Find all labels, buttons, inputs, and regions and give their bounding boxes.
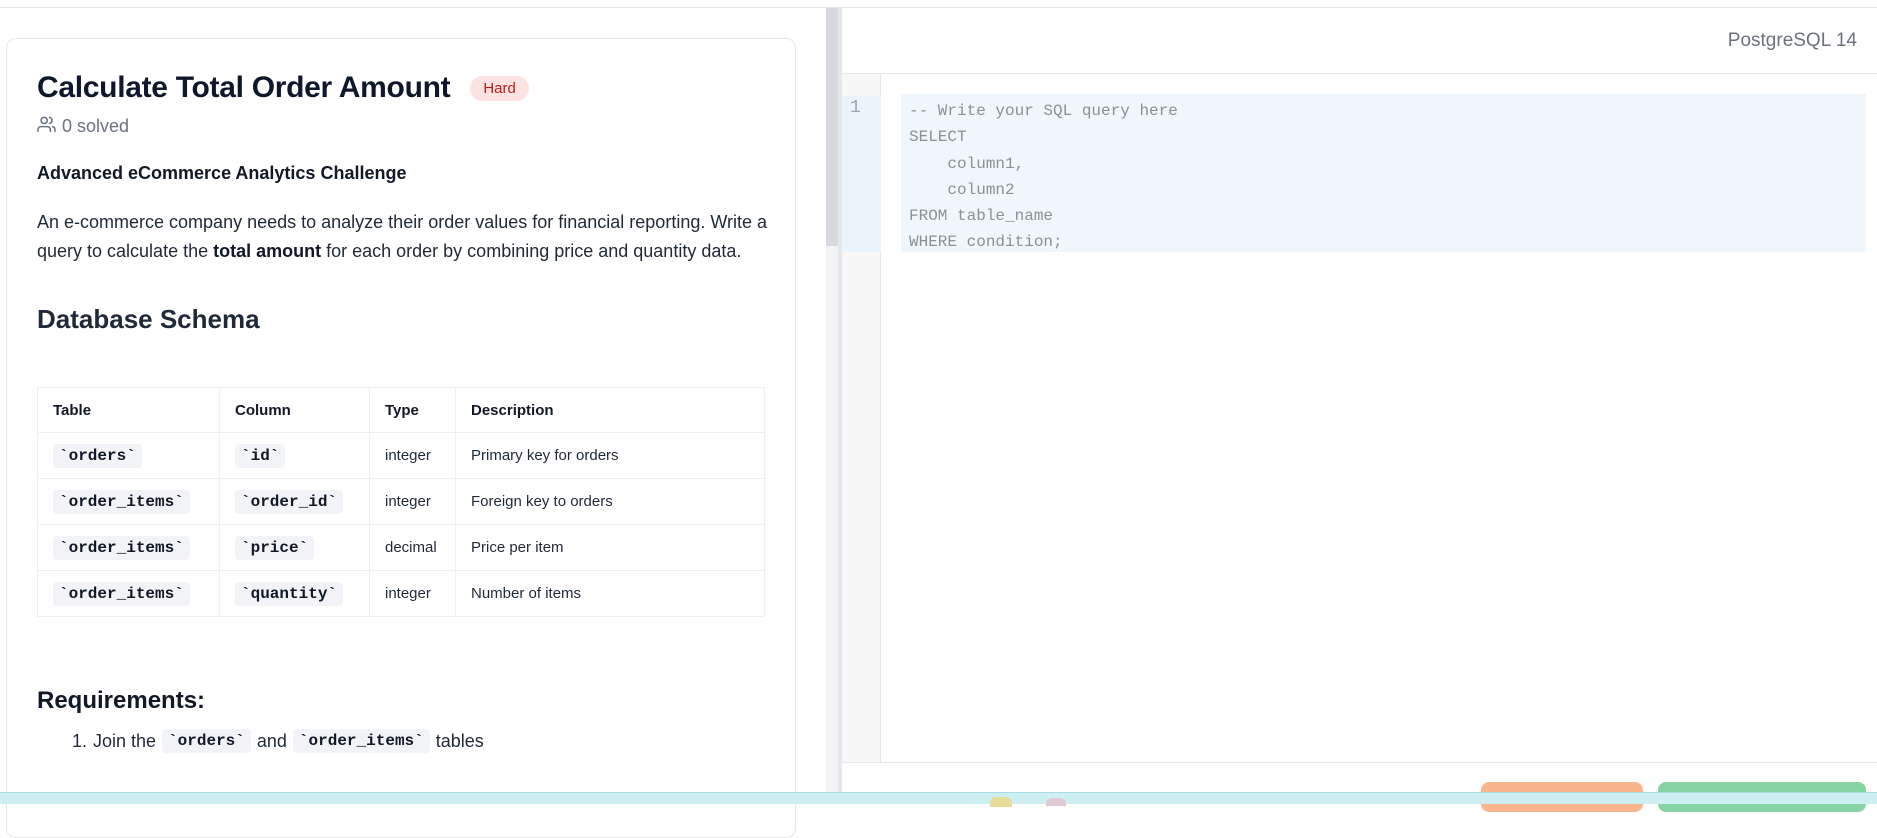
requirements-heading: Requirements: bbox=[37, 687, 206, 714]
problem-description: An e-commerce company needs to analyze t… bbox=[37, 208, 777, 266]
language-selector[interactable]: PostgreSQL 14 bbox=[1728, 30, 1857, 52]
item-text-post: tables bbox=[435, 730, 484, 751]
column-name: `order_id` bbox=[235, 489, 344, 514]
column-type: decimal bbox=[369, 524, 456, 571]
taskbar-app-icon[interactable] bbox=[1046, 798, 1066, 806]
description-bold: total amount bbox=[213, 241, 322, 261]
column-description: Primary key for orders bbox=[455, 432, 765, 479]
header-description: Description bbox=[455, 387, 765, 433]
table-row: `orders` `id` integer Primary key for or… bbox=[37, 432, 765, 479]
taskbar-app-icon[interactable] bbox=[990, 797, 1012, 807]
item-number: 1. bbox=[72, 730, 88, 751]
header-table: Table bbox=[37, 387, 220, 433]
column-name: `quantity` bbox=[235, 581, 344, 606]
table-row: `order_items` `price` decimal Price per … bbox=[37, 524, 765, 571]
line-number: 1 bbox=[850, 98, 861, 118]
difficulty-badge: Hard bbox=[470, 75, 529, 101]
column-description: Price per item bbox=[455, 524, 765, 571]
column-description: Number of items bbox=[455, 570, 765, 617]
top-bar bbox=[0, 0, 1877, 8]
line-number-active: 1 bbox=[842, 96, 881, 252]
column-type: integer bbox=[369, 478, 456, 525]
list-item: 1. Join the `orders` and `order_items` t… bbox=[72, 729, 765, 753]
taskbar bbox=[0, 792, 1877, 804]
editor-header: PostgreSQL 14 bbox=[842, 8, 1877, 74]
title-row: Calculate Total Order Amount Hard bbox=[37, 71, 765, 105]
schema-heading: Database Schema bbox=[37, 304, 260, 334]
item-text-pre: Join the bbox=[93, 730, 157, 751]
table-name: `orders` bbox=[53, 443, 142, 468]
table-row: `order_items` `order_id` integer Foreign… bbox=[37, 478, 765, 525]
column-type: integer bbox=[369, 432, 456, 479]
item-code-order-items: `order_items` bbox=[292, 729, 430, 753]
table-row: `order_items` `quantity` integer Number … bbox=[37, 570, 765, 617]
table-name: `order_items` bbox=[53, 535, 190, 560]
column-name: `price` bbox=[235, 535, 315, 560]
description-part-2: for each order by combining price and qu… bbox=[321, 241, 742, 261]
table-name: `order_items` bbox=[53, 581, 190, 606]
header-type: Type bbox=[369, 387, 456, 433]
schema-table: Table Column Type Description `orders` `… bbox=[37, 387, 765, 617]
page-title: Calculate Total Order Amount bbox=[37, 71, 451, 104]
item-code-orders: `orders` bbox=[162, 729, 251, 753]
users-icon bbox=[37, 115, 56, 137]
challenge-subtitle: Advanced eCommerce Analytics Challenge bbox=[37, 163, 407, 183]
sql-editor[interactable]: -- Write your SQL query here SELECT colu… bbox=[901, 94, 1866, 252]
item-text-mid: and bbox=[256, 730, 287, 751]
solved-count: 0 solved bbox=[37, 115, 765, 137]
column-type: integer bbox=[369, 570, 456, 617]
requirements-list: 1. Join the `orders` and `order_items` t… bbox=[37, 729, 765, 753]
column-name: `id` bbox=[235, 443, 286, 468]
column-description: Foreign key to orders bbox=[455, 478, 765, 525]
table-header-row: Table Column Type Description bbox=[37, 387, 765, 433]
solved-text: 0 solved bbox=[62, 115, 130, 136]
header-column: Column bbox=[219, 387, 370, 433]
problem-panel: Calculate Total Order Amount Hard 0 solv… bbox=[6, 38, 796, 838]
table-name: `order_items` bbox=[53, 489, 190, 514]
